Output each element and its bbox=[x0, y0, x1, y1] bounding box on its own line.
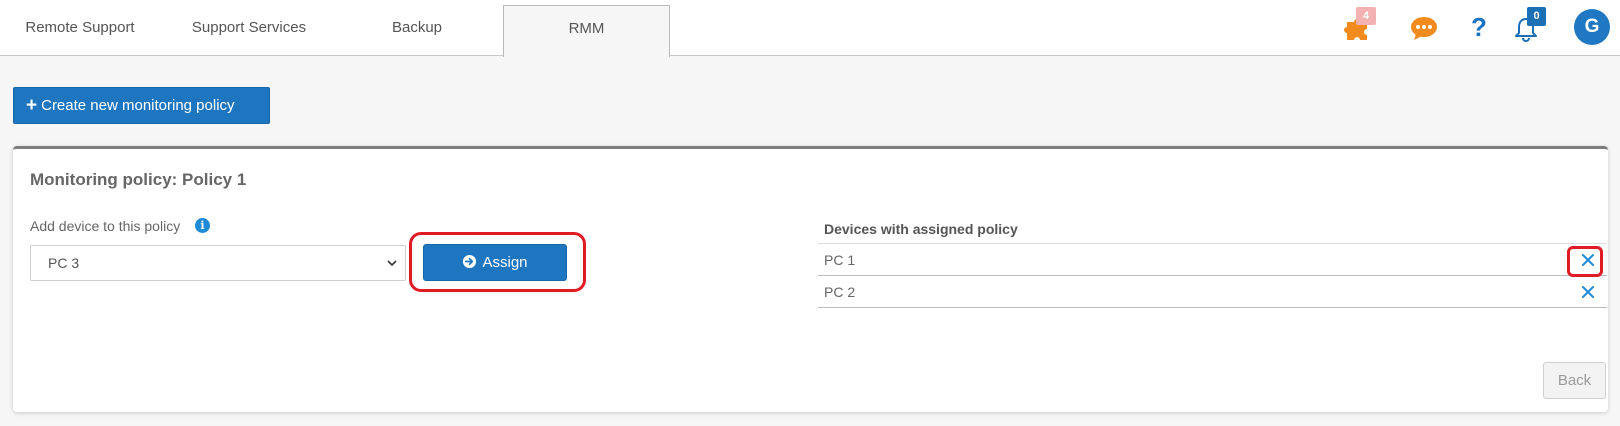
chat-icon[interactable] bbox=[1410, 16, 1438, 40]
remove-icon[interactable] bbox=[1581, 285, 1595, 299]
tab-remote-support[interactable]: Remote Support bbox=[0, 0, 160, 56]
policy-panel: Monitoring policy: Policy 1 Add device t… bbox=[13, 146, 1608, 412]
device-name: PC 1 bbox=[824, 252, 856, 268]
create-policy-label: Create new monitoring policy bbox=[41, 97, 235, 114]
device-select[interactable]: PC 3 bbox=[30, 245, 406, 281]
device-select-value: PC 3 bbox=[48, 255, 80, 271]
help-icon[interactable]: ? bbox=[1468, 12, 1490, 42]
bell-count-badge: 0 bbox=[1527, 7, 1546, 26]
policy-title: Monitoring policy: Policy 1 bbox=[30, 170, 247, 189]
assigned-devices-list: PC 1 PC 2 bbox=[818, 243, 1607, 308]
notification-count-badge: 4 bbox=[1356, 7, 1376, 25]
remove-icon[interactable] bbox=[1581, 253, 1595, 267]
tab-backup[interactable]: Backup bbox=[343, 0, 491, 56]
back-button[interactable]: Back bbox=[1543, 362, 1606, 399]
list-item: PC 1 bbox=[818, 244, 1607, 276]
assign-button[interactable]: Assign bbox=[423, 244, 567, 281]
info-icon[interactable]: i bbox=[195, 218, 210, 233]
add-device-label: Add device to this policy bbox=[30, 218, 181, 234]
circle-arrow-right-icon bbox=[463, 254, 477, 269]
avatar[interactable]: G bbox=[1574, 9, 1610, 45]
list-item: PC 2 bbox=[818, 276, 1607, 308]
plus-icon: + bbox=[26, 95, 38, 116]
top-navigation: Remote Support Support Services Backup R… bbox=[0, 0, 1620, 57]
create-policy-button[interactable]: + Create new monitoring policy bbox=[13, 87, 270, 124]
tab-rmm[interactable]: RMM bbox=[503, 5, 670, 57]
tab-support-services[interactable]: Support Services bbox=[165, 0, 333, 56]
assign-label: Assign bbox=[482, 254, 528, 271]
device-name: PC 2 bbox=[824, 284, 856, 300]
assigned-devices-title: Devices with assigned policy bbox=[824, 221, 1018, 237]
chevron-down-icon bbox=[387, 260, 397, 267]
